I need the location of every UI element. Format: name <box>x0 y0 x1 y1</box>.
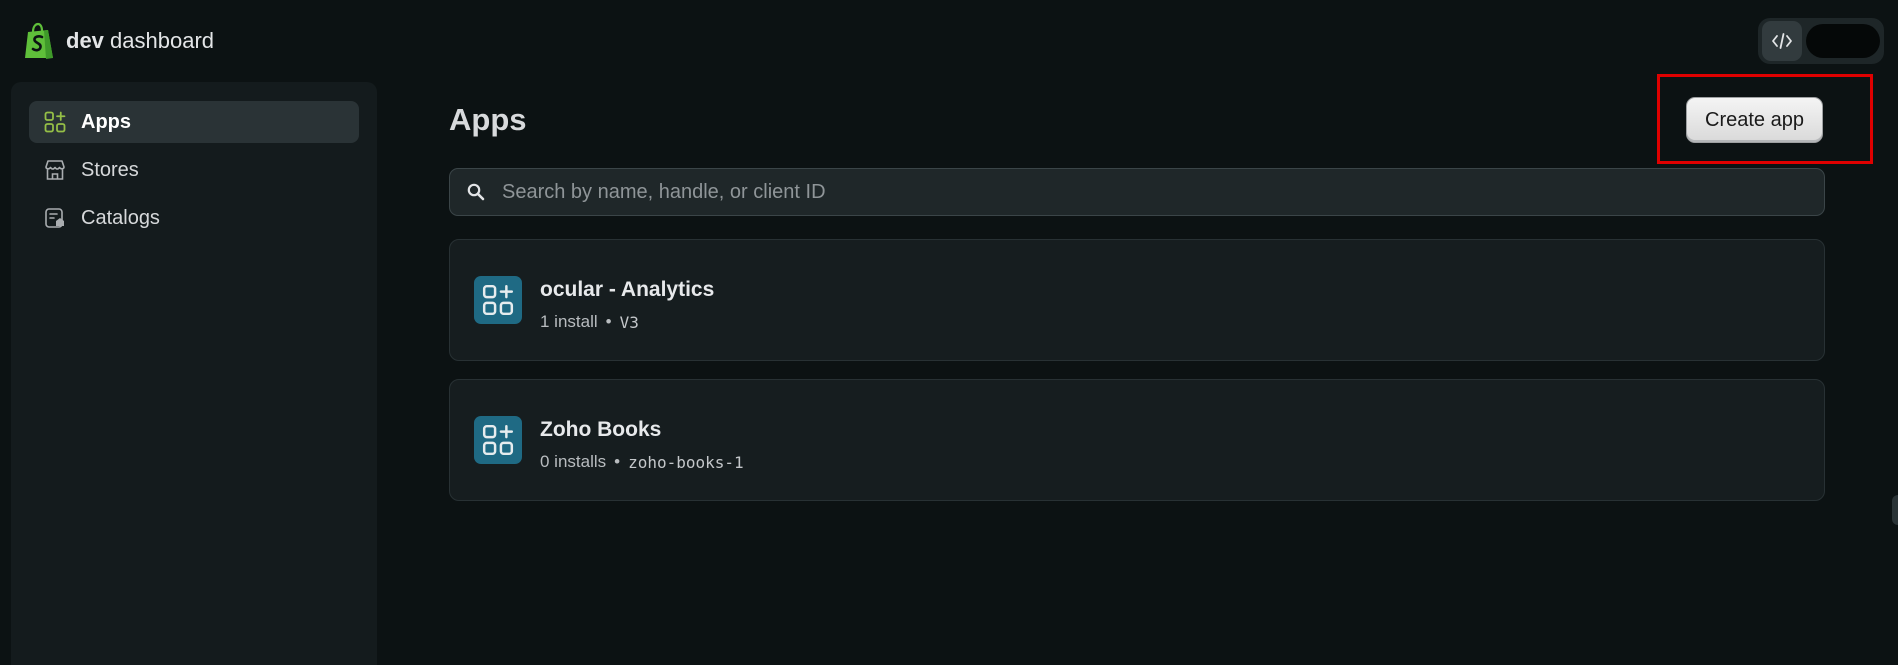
search-input[interactable] <box>500 179 1804 205</box>
developer-code-button[interactable] <box>1762 21 1802 61</box>
code-brackets-icon <box>1772 33 1792 49</box>
app-meta: 1 install • V3 <box>540 312 639 332</box>
app-card-ocular-analytics[interactable]: ocular - Analytics 1 install • V3 <box>449 239 1825 361</box>
app-grid-plus-icon <box>474 416 522 464</box>
shopify-bag-logo-icon <box>25 22 53 59</box>
page-title: Apps <box>449 102 527 137</box>
top-bar: dev dashboard <box>0 0 1898 82</box>
sidebar-item-label: Stores <box>81 158 139 181</box>
app-install-count: 1 install <box>540 312 598 331</box>
app-install-count: 0 installs <box>540 452 607 471</box>
sidebar-item-stores[interactable]: Stores <box>29 149 359 191</box>
store-icon <box>43 158 67 182</box>
sidebar-item-catalogs[interactable]: Catalogs <box>29 197 359 239</box>
app-card-zoho-books[interactable]: Zoho Books 0 installs • zoho-books-1 <box>449 379 1825 501</box>
top-right-controls <box>1758 18 1884 64</box>
account-menu-button[interactable] <box>1806 24 1880 58</box>
apps-grid-plus-icon <box>43 110 67 134</box>
brand[interactable]: dev dashboard <box>22 22 214 60</box>
create-app-button[interactable]: Create app <box>1686 97 1823 143</box>
search-field[interactable] <box>449 168 1825 216</box>
catalog-icon <box>43 206 67 230</box>
meta-separator: • <box>605 312 612 331</box>
sidebar-item-apps[interactable]: Apps <box>29 101 359 143</box>
app-name: Zoho Books <box>540 418 662 441</box>
sidebar: Apps Stores Catalogs <box>11 82 377 665</box>
app-meta: 0 installs • zoho-books-1 <box>540 452 744 472</box>
sidebar-item-label: Apps <box>81 110 131 133</box>
app-handle: zoho-books-1 <box>628 452 744 472</box>
sidebar-item-label: Catalogs <box>81 206 160 229</box>
side-panel-handle[interactable] <box>1892 495 1898 525</box>
meta-separator: • <box>614 452 621 471</box>
app-handle: V3 <box>619 312 639 332</box>
app-grid-plus-icon <box>474 276 522 324</box>
search-icon <box>467 183 485 201</box>
brand-name-rest: dashboard <box>103 28 215 53</box>
brand-name-bold: dev <box>66 28 104 53</box>
app-name: ocular - Analytics <box>540 278 715 301</box>
